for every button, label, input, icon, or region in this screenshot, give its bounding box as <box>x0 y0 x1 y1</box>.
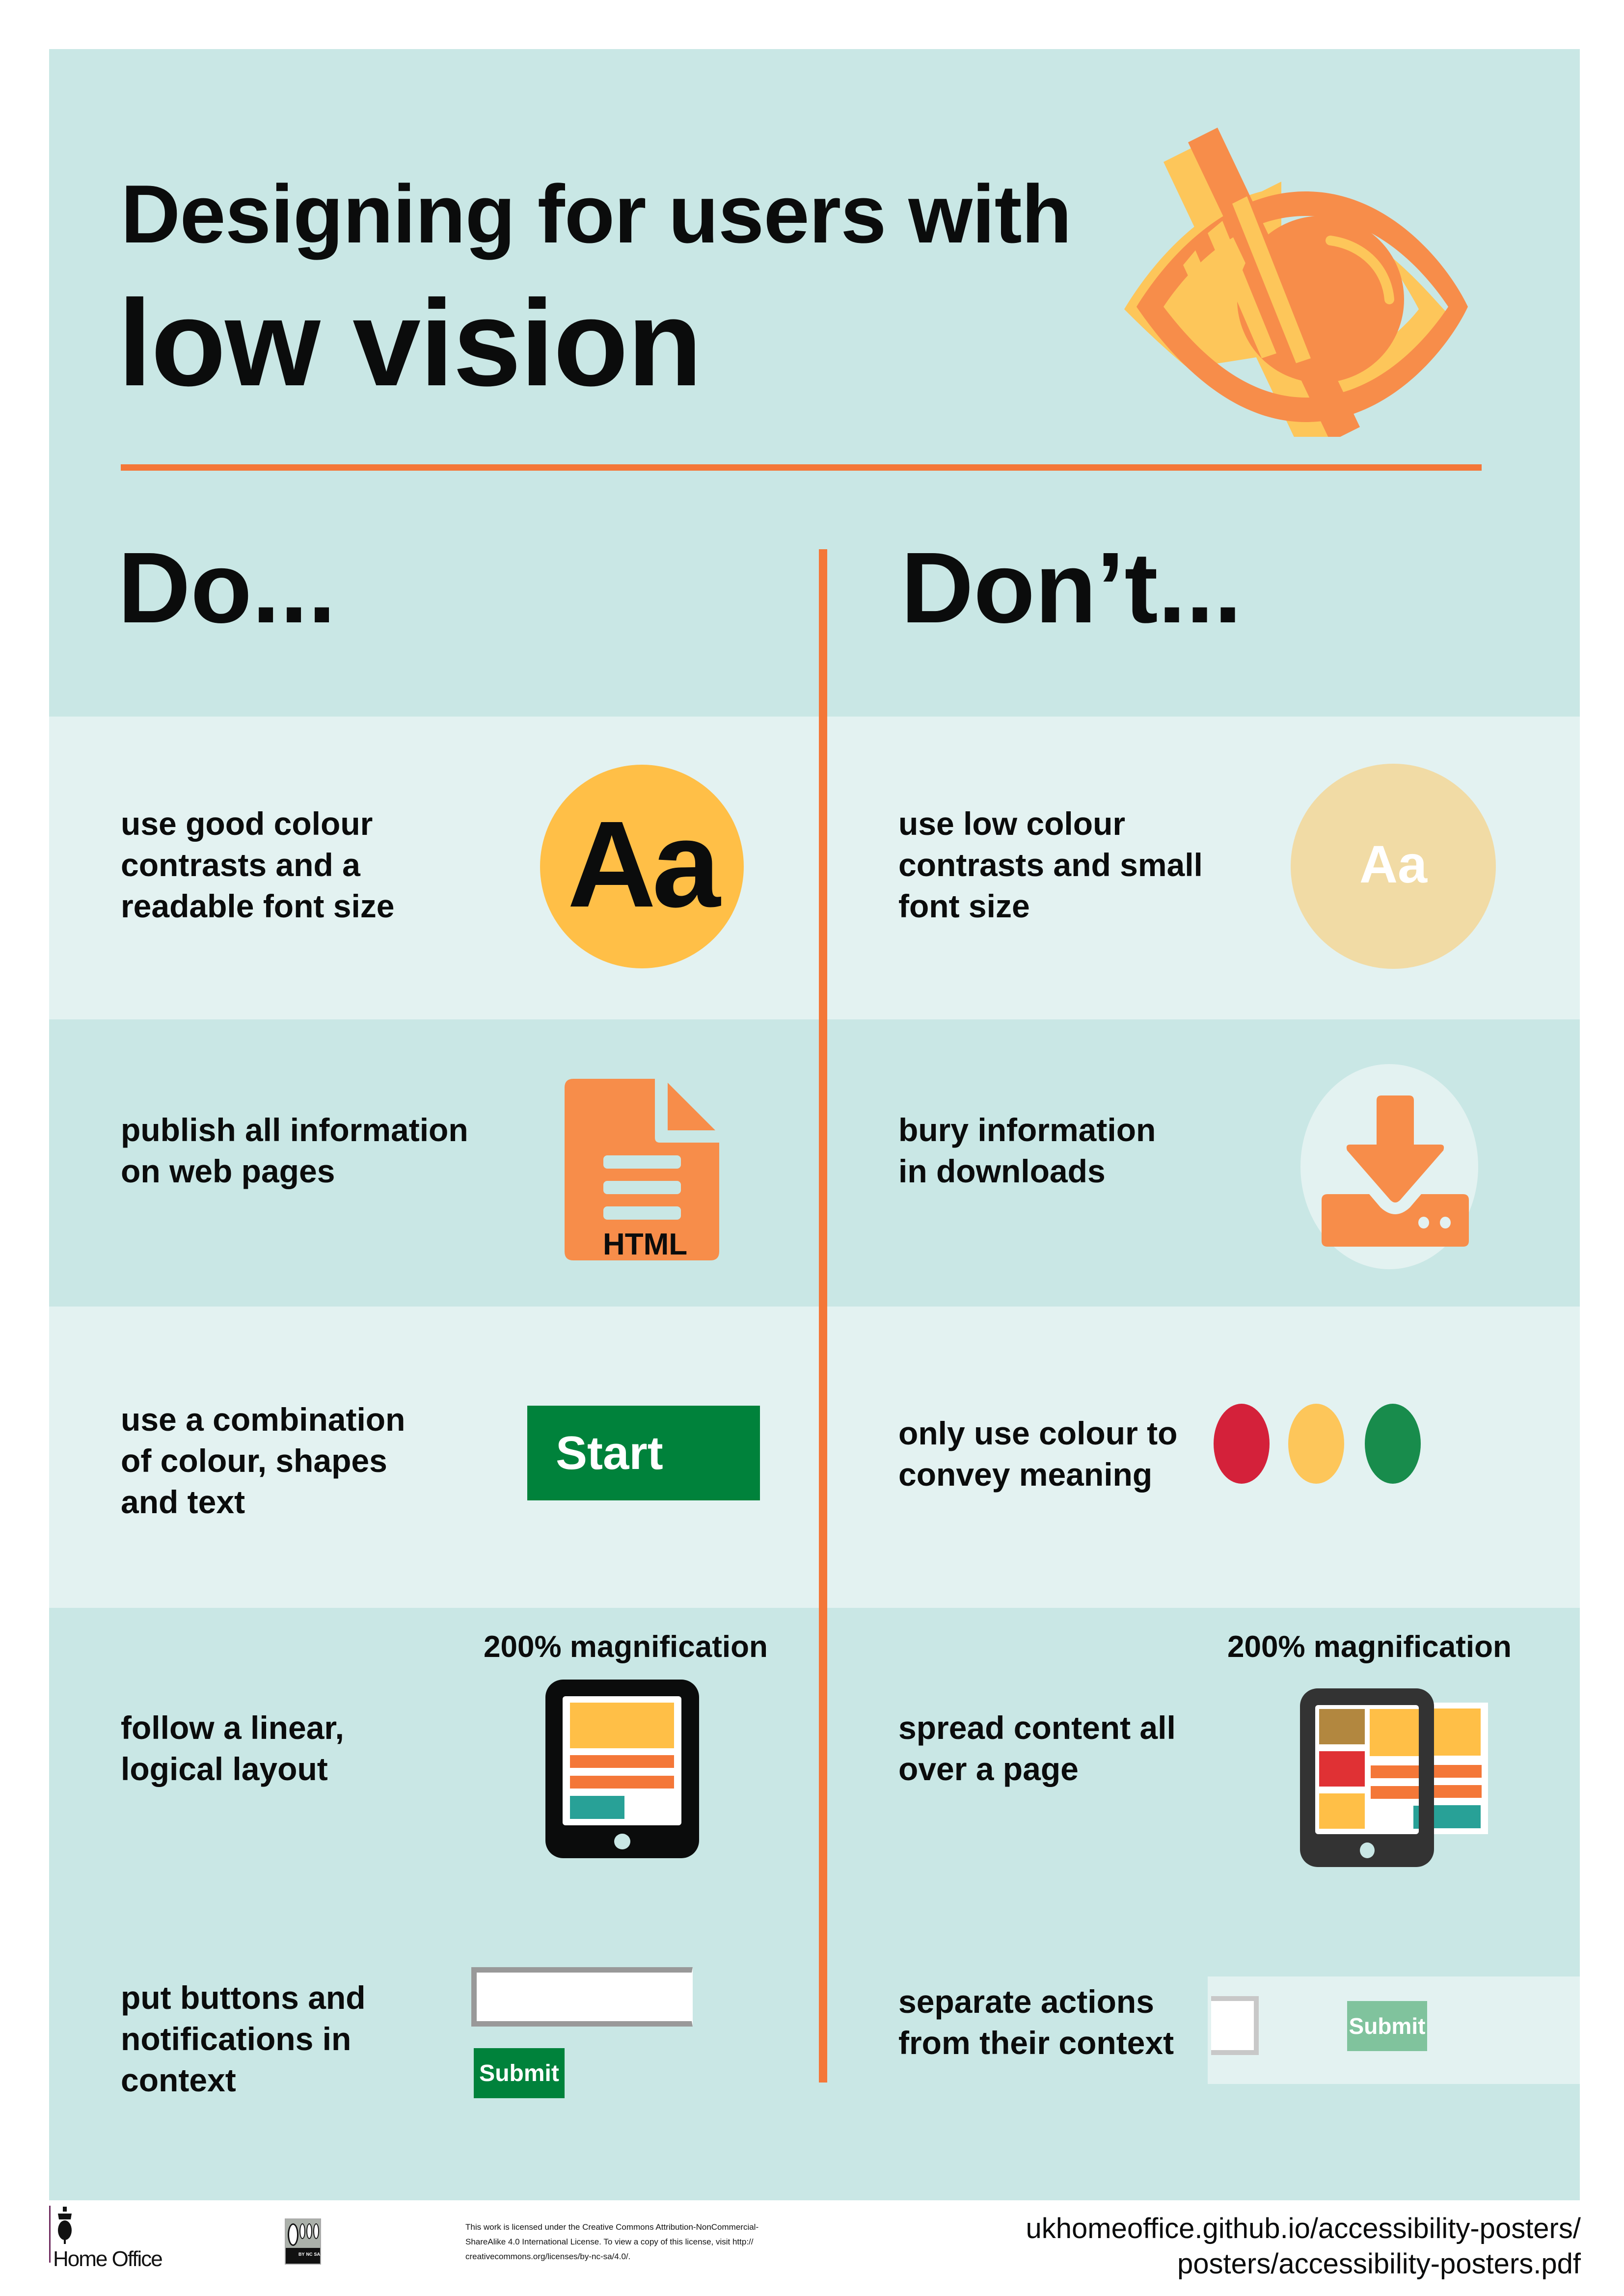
green-dot-icon <box>1365 1404 1421 1484</box>
dont-item-1-text: use low colour contrasts and small font … <box>898 805 1203 924</box>
separated-submit-button[interactable]: Submit <box>1347 2001 1427 2051</box>
do-item-4-text: follow a linear, logical layout <box>121 1709 344 1787</box>
dont-heading: Don’t... <box>901 532 1242 644</box>
red-dot-icon <box>1214 1404 1270 1484</box>
home-office-logo-text: Home Office <box>53 2247 163 2271</box>
submit-button-label: Submit <box>479 2060 559 2086</box>
tablet-linear-layout-icon <box>545 1680 699 1858</box>
dont-magnification-caption: 200% magnification <box>1227 1630 1512 1664</box>
home-button-icon <box>614 1834 630 1849</box>
do-magnification-caption: 200% magnification <box>484 1630 768 1664</box>
start-button[interactable]: Start <box>527 1406 760 1500</box>
yellow-dot-icon <box>1288 1404 1344 1484</box>
separated-text-input[interactable] <box>1211 1996 1259 2055</box>
cc-license-badge[interactable]: BY NC SA <box>285 2218 321 2265</box>
context-text-input[interactable] <box>471 1967 693 2027</box>
tablet-screen <box>1315 1705 1419 1834</box>
page-title-line2: low vision <box>118 274 702 411</box>
low-contrast-text-icon: Aa <box>1291 764 1496 969</box>
sa-icon <box>313 2223 319 2239</box>
tablet-body <box>1300 1688 1434 1867</box>
page-title-line1: Designing for users with <box>121 168 1072 260</box>
icon-label: HTML <box>603 1228 688 1261</box>
dont-item-3-text: only use colour to convey meaning <box>898 1415 1178 1493</box>
title-divider <box>121 464 1482 471</box>
high-contrast-text-icon: Aa <box>540 765 744 968</box>
royal-crest-icon <box>58 2207 72 2244</box>
poster-url[interactable]: ukhomeoffice.github.io/accessibility-pos… <box>933 2211 1581 2282</box>
submit-button[interactable]: Submit <box>474 2048 565 2098</box>
html-document-icon: HTML <box>565 1079 722 1261</box>
dont-item-2-text: bury information in downloads <box>898 1112 1156 1189</box>
license-text: This work is licensed under the Creative… <box>465 2222 759 2261</box>
dont-item-5-text: separate actions from their context <box>898 1983 1174 2061</box>
start-button-label: Start <box>556 1426 663 1479</box>
nc-icon <box>306 2223 312 2239</box>
do-item-2-text: publish all information on web pages <box>121 1112 468 1189</box>
column-divider <box>819 549 827 2082</box>
tablet-screen <box>563 1696 681 1825</box>
tablet-spread-layout-icon <box>1289 1679 1498 1867</box>
do-heading: Do... <box>118 532 336 644</box>
download-icon <box>1300 1064 1478 1269</box>
icon-label: Aa <box>567 796 721 933</box>
by-icon <box>299 2223 305 2239</box>
icon-label: Aa <box>1359 834 1428 894</box>
submit-button-label: Submit <box>1349 2013 1426 2039</box>
cc-icon <box>288 2223 298 2246</box>
do-item-1-text: use good colour contrasts and a readable… <box>121 805 395 924</box>
dont-item-4-text: spread content all over a page <box>898 1709 1176 1787</box>
home-office-brand-bar <box>49 2206 51 2263</box>
low-vision-eye-icon <box>1124 128 1468 437</box>
home-button-icon <box>1360 1842 1375 1858</box>
do-item-5-text: put buttons and notifications in context <box>121 1979 366 2098</box>
cc-badge-labels: BY NC SA <box>298 2252 320 2257</box>
do-item-3-text: use a combination of colour, shapes and … <box>121 1401 406 1520</box>
